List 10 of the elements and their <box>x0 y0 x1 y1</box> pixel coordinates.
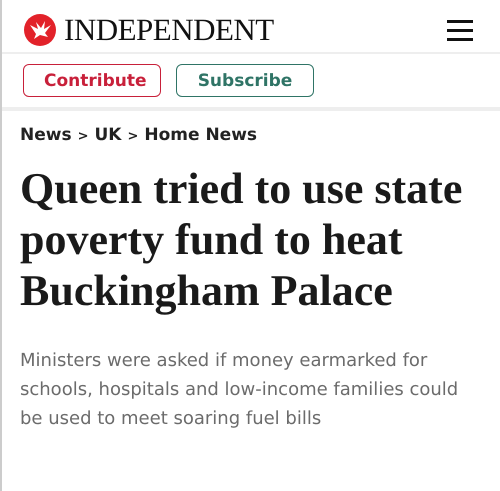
contribute-button[interactable]: Contribute <box>23 64 161 97</box>
breadcrumb-link[interactable]: News <box>20 125 72 145</box>
breadcrumb-separator: > <box>127 129 138 144</box>
subscribe-button[interactable]: Subscribe <box>176 64 314 97</box>
article-standfirst: Ministers were asked if money earmarked for schools, hospitals and low-income families could be used to meet soaring fuel bills <box>20 349 460 431</box>
breadcrumb-link[interactable]: UK <box>94 125 122 145</box>
breadcrumb-link[interactable]: Home News <box>144 125 258 145</box>
site-logo-text: INDEPENDENT <box>64 12 274 48</box>
breadcrumb-separator: > <box>78 129 88 144</box>
article-headline: Queen tried to use state poverty fund to heat Buckingham Palace <box>20 163 464 316</box>
